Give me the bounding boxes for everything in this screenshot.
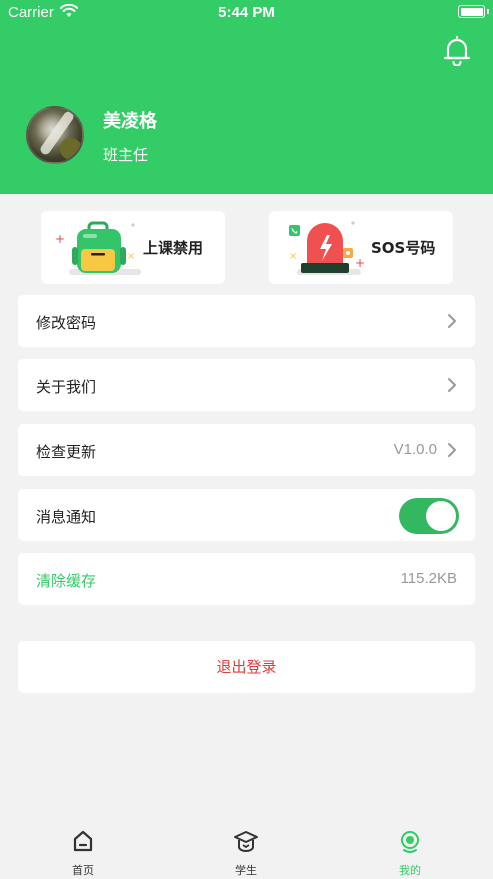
tab-home-label: 首页 <box>72 864 94 877</box>
profile-header: Carrier 5:44 PM 美凌格 班主任 <box>0 0 493 194</box>
tab-home[interactable]: 首页 <box>23 820 143 879</box>
svg-text:+: + <box>55 232 65 246</box>
class-disable-label: 上课禁用 <box>143 239 204 257</box>
battery-icon <box>458 5 485 18</box>
tab-mine-label: 我的 <box>399 864 421 877</box>
user-profile-icon <box>401 831 419 853</box>
alarm-siren-icon: × + <box>289 221 365 275</box>
tab-students[interactable]: 学生 <box>186 820 306 879</box>
sos-number-card[interactable]: × + SOS号码 <box>269 211 453 284</box>
notifications-row: 消息通知 <box>18 489 475 541</box>
user-role: 班主任 <box>103 146 149 164</box>
tab-mine[interactable]: 我的 <box>350 820 470 879</box>
svg-text:×: × <box>127 251 135 262</box>
clear-cache-row[interactable]: 清除缓存 115.2KB <box>18 553 475 605</box>
change-password-row[interactable]: 修改密码 <box>18 295 475 347</box>
logout-button[interactable]: 退出登录 <box>18 641 475 693</box>
chevron-right-icon <box>448 378 456 392</box>
bell-icon[interactable] <box>444 36 470 66</box>
class-disable-card[interactable]: + × 上课禁用 <box>41 211 225 284</box>
svg-text:+: + <box>355 256 365 270</box>
status-time: 5:44 PM <box>218 4 275 21</box>
change-password-label: 修改密码 <box>36 314 97 332</box>
notifications-label: 消息通知 <box>36 508 97 526</box>
status-bar: Carrier 5:44 PM <box>0 0 493 26</box>
graduation-cap-icon <box>234 831 258 852</box>
svg-text:×: × <box>289 251 297 262</box>
user-name: 美凌格 <box>103 111 157 132</box>
tab-students-label: 学生 <box>235 864 257 877</box>
avatar[interactable] <box>26 106 84 164</box>
cache-size-value: 115.2KB <box>400 570 457 587</box>
chevron-right-icon <box>448 314 456 328</box>
clear-cache-label: 清除缓存 <box>36 572 97 590</box>
about-us-row[interactable]: 关于我们 <box>18 359 475 411</box>
chevron-right-icon <box>448 443 456 457</box>
notifications-toggle[interactable] <box>399 498 459 534</box>
about-us-label: 关于我们 <box>36 378 97 396</box>
home-icon <box>73 830 93 852</box>
check-update-label: 检查更新 <box>36 443 97 461</box>
schoolbag-icon: + × <box>55 221 141 275</box>
sos-number-label: SOS号码 <box>371 239 436 257</box>
check-update-row[interactable]: 检查更新 V1.0.0 <box>18 424 475 476</box>
version-value: V1.0.0 <box>393 441 437 458</box>
tab-bar: 首页 学生 我的 <box>0 820 493 879</box>
